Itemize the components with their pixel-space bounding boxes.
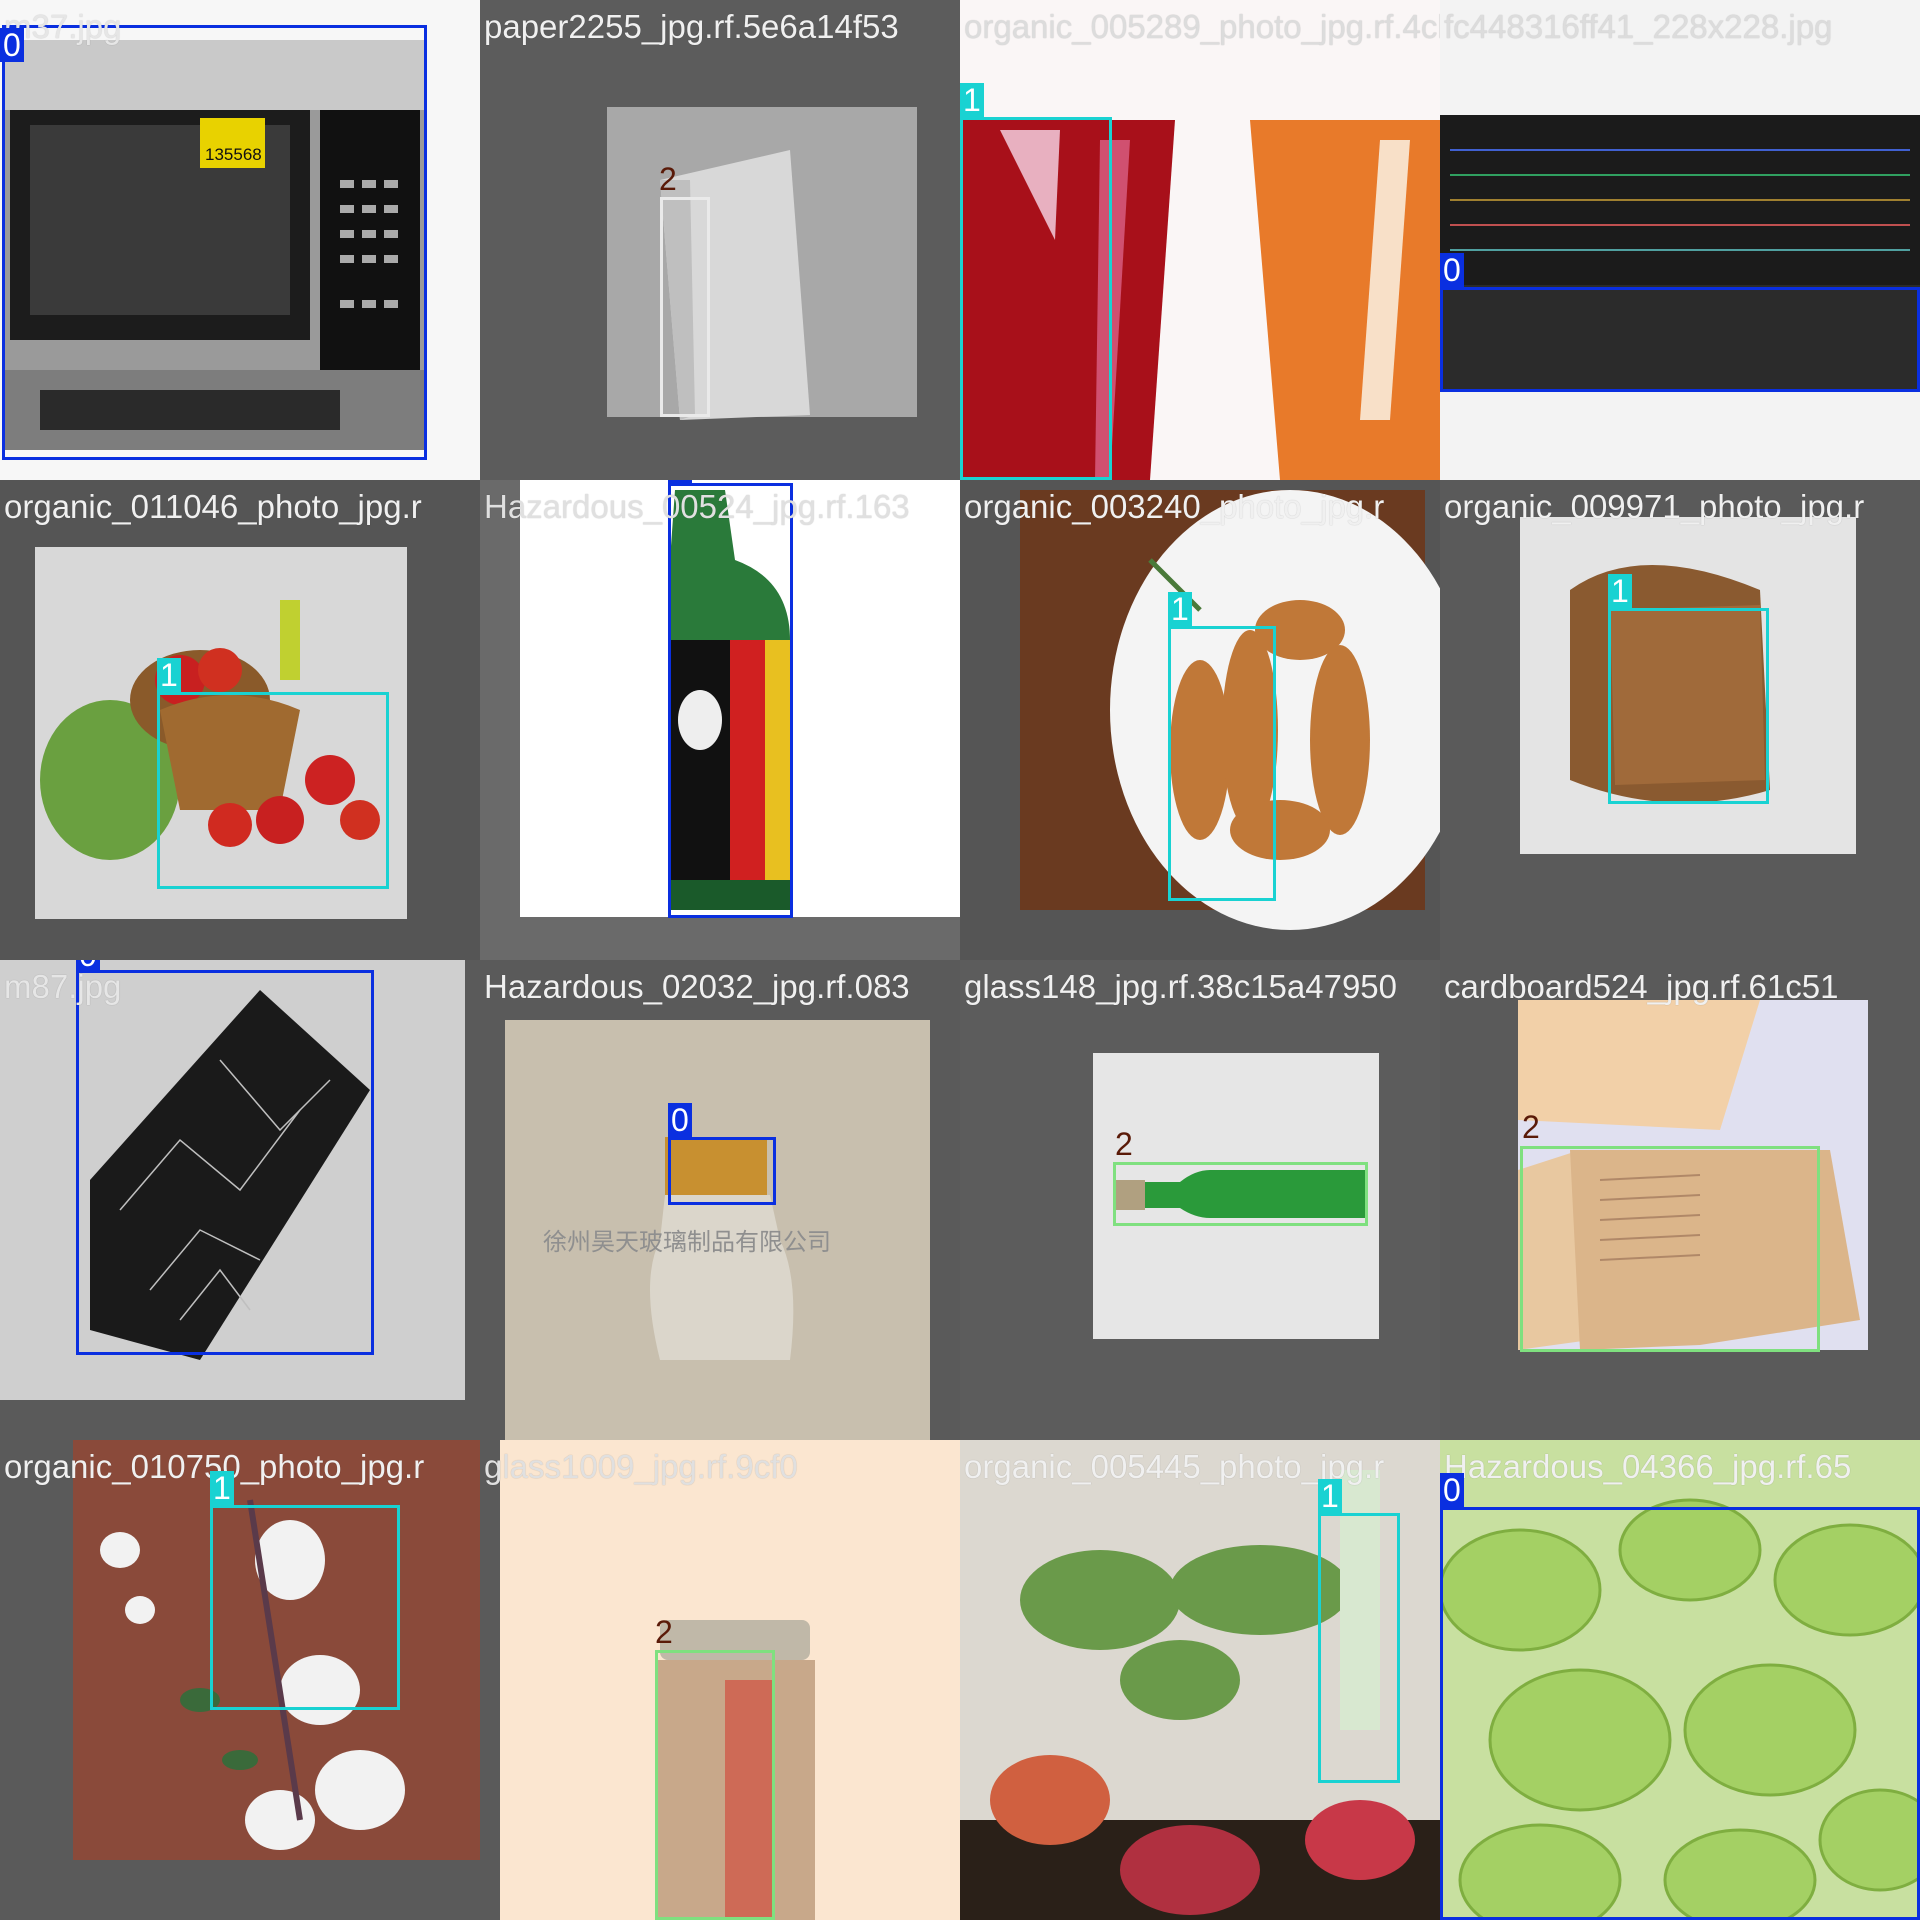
bbox	[1113, 1162, 1368, 1226]
filename-label: glass148_jpg.rf.38c15a47950	[964, 968, 1398, 1005]
class-label: 2	[655, 1614, 673, 1650]
class-label: 0	[0, 28, 24, 62]
bbox	[660, 197, 710, 417]
filename-label: organic_003240_photo_jpg.r	[964, 488, 1385, 525]
class-label: 1	[157, 658, 181, 692]
bbox	[76, 970, 374, 1355]
filename-label: Hazardous_00524_jpg.rf.163	[484, 488, 910, 525]
tile-potatoes: organic_003240_photo_jpg.r 1	[960, 480, 1440, 960]
filename-label: fc448316ff41_228x228.jpg	[1444, 8, 1833, 45]
class-label: 2	[659, 161, 677, 197]
filename-label: cardboard524_jpg.rf.61c51	[1444, 968, 1839, 1005]
filename-label: Hazardous_04366_jpg.rf.65	[1444, 1448, 1852, 1485]
bbox	[1440, 287, 1920, 392]
tile-cotton: organic_010750_photo_jpg.r 1	[0, 1440, 480, 1920]
bbox	[157, 692, 389, 889]
tile-bottle: Hazardous_00524_jpg.rf.163 0	[480, 480, 960, 960]
paper-photo	[480, 0, 960, 480]
filename-label: paper2255_jpg.rf.5e6a14f53	[484, 8, 899, 45]
class-label: 2	[1522, 1109, 1540, 1145]
keyboard-photo	[1440, 0, 1920, 480]
bbox	[655, 1650, 775, 1920]
tile-phone: m87.jpg 0	[0, 960, 480, 1440]
tile-pills: Hazardous_04366_jpg.rf.65 0	[1440, 1440, 1920, 1920]
bbox	[668, 1137, 776, 1205]
class-label: 0	[76, 960, 100, 972]
class-label: 1	[1318, 1479, 1342, 1513]
tile-keyboard: fc448316ff41_228x228.jpg 0	[1440, 0, 1920, 480]
bbox	[1440, 1507, 1920, 1920]
tile-glass-jar: glass1009_jpg.rf.9cf0 2	[480, 1440, 960, 1920]
filename-label: organic_009971_photo_jpg.r	[1444, 488, 1865, 525]
bbox	[668, 483, 793, 918]
bbox	[2, 25, 427, 460]
tile-green-bottle: glass148_jpg.rf.38c15a47950 2	[960, 960, 1440, 1440]
class-label: 2	[1115, 1126, 1133, 1162]
tile-drinks: organic_005289_photo_jpg.rf.4cb3c8f13 1	[960, 0, 1440, 480]
bbox	[1608, 608, 1769, 804]
watermark-text: 徐州昊天玻璃制品有限公司	[543, 1229, 831, 1256]
filename-label: glass1009_jpg.rf.9cf0	[484, 1448, 798, 1485]
class-label: 0	[1440, 1473, 1464, 1507]
tile-radish: organic_005445_photo_jpg.r 1	[960, 1440, 1440, 1920]
tile-paper: paper2255_jpg.rf.5e6a14f53 2	[480, 0, 960, 480]
class-label: 0	[668, 1103, 692, 1137]
tile-vegetables: organic_011046_photo_jpg.r 1	[0, 480, 480, 960]
tile-cardboard: cardboard524_jpg.rf.61c51 2	[1440, 960, 1920, 1440]
class-label: 1	[1608, 574, 1632, 608]
bbox	[960, 117, 1112, 480]
tile-jar: 徐州昊天玻璃制品有限公司 Hazardous_02032_jpg.rf.083 …	[480, 960, 960, 1440]
class-label: 0	[1440, 253, 1464, 287]
bbox	[1520, 1146, 1820, 1352]
filename-label: organic_011046_photo_jpg.r	[4, 488, 422, 525]
tile-bread: organic_009971_photo_jpg.r 1	[1440, 480, 1920, 960]
class-label: 1	[210, 1471, 234, 1505]
filename-label: Hazardous_02032_jpg.rf.083	[484, 968, 910, 1005]
filename-label: organic_005289_photo_jpg.rf.4cb3c8f13	[964, 8, 1440, 45]
bbox	[1168, 626, 1276, 901]
filename-label: m87.jpg	[4, 968, 122, 1005]
tile-microwave: 135568 m37.jpg 0	[0, 0, 480, 480]
class-label: 1	[1168, 592, 1192, 626]
class-label: 0	[668, 480, 692, 484]
bbox	[210, 1505, 400, 1710]
bbox	[1318, 1513, 1400, 1783]
class-label: 1	[960, 83, 984, 117]
mosaic-grid: 135568 m37.jpg 0 paper2255_jpg.rf.5e6a14…	[0, 0, 1920, 1920]
